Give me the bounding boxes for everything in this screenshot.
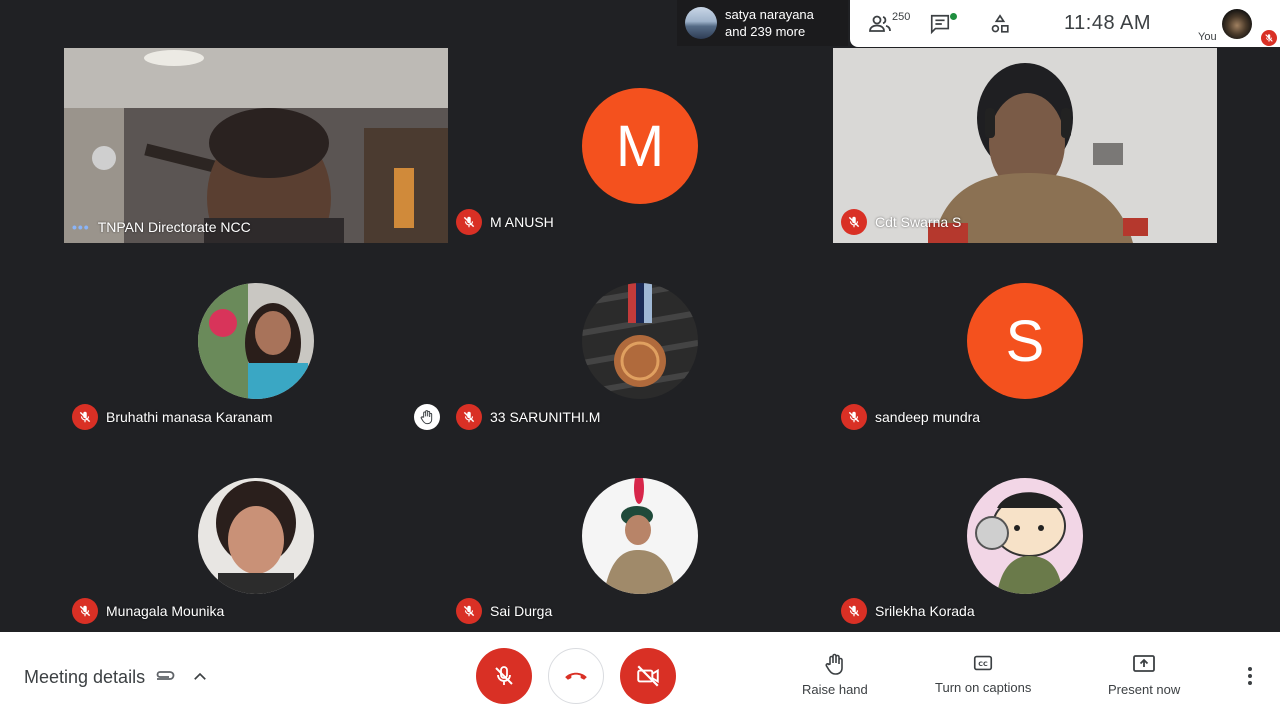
chat-icon (930, 14, 950, 34)
participant-name: 33 SARUNITHI.M (490, 409, 601, 425)
mic-off-icon (1265, 34, 1273, 42)
participant-name: TNPAN Directorate NCC (97, 219, 251, 235)
participant-name: Srilekha Korada (875, 603, 975, 619)
hang-up-icon (565, 672, 587, 680)
hand-icon (420, 410, 433, 425)
raise-hand-button[interactable]: Raise hand (802, 652, 868, 697)
muted-badge (841, 404, 867, 430)
participant-photo (198, 283, 314, 399)
participant-tile[interactable]: Cdt Swarna S (833, 48, 1217, 243)
chat-unread-dot (950, 13, 957, 20)
activities-icon (991, 13, 1009, 33)
muted-badge (456, 598, 482, 624)
participant-name: Munagala Mounika (106, 603, 225, 619)
mic-off-icon (79, 605, 91, 617)
more-vert-dot (1248, 674, 1252, 678)
participant-tile[interactable]: S sandeep mundra (833, 243, 1217, 438)
bottom-toolbar: Meeting details Raise hand CC Turn on ca… (0, 632, 1280, 720)
mic-off-icon (463, 216, 475, 228)
raise-hand-label: Raise hand (802, 682, 868, 697)
mic-off-icon (79, 411, 91, 423)
presenter-more: and 239 more (725, 24, 806, 39)
self-mute-badge (1261, 30, 1277, 46)
present-label: Present now (1108, 682, 1181, 697)
self-view[interactable]: You (1195, 0, 1280, 47)
self-avatar (1222, 9, 1252, 39)
muted-badge (72, 598, 98, 624)
participant-video (64, 48, 448, 243)
camera-off-icon (637, 665, 659, 687)
participant-tile[interactable]: Srilekha Korada (833, 438, 1217, 632)
participant-tile[interactable]: ••• TNPAN Directorate NCC (64, 48, 448, 243)
muted-badge (841, 598, 867, 624)
presenter-name: satya narayana (725, 7, 814, 22)
clock: 11:48 AM (1064, 12, 1152, 34)
more-vert-dot (1248, 681, 1252, 685)
participant-tile[interactable]: Munagala Mounika (64, 438, 448, 632)
chat-button[interactable] (910, 0, 970, 47)
muted-badge (456, 404, 482, 430)
presenter-strip[interactable]: satya narayana and 239 more (677, 0, 848, 46)
participant-name: Cdt Swarna S (875, 214, 962, 230)
muted-badge (841, 209, 867, 235)
participant-tile[interactable]: M M ANUSH (448, 48, 832, 243)
participant-photo (582, 478, 698, 594)
mic-off-icon (463, 411, 475, 423)
participant-name: sandeep mundra (875, 409, 981, 425)
meeting-details-label: Meeting details (24, 666, 146, 687)
hand-icon (825, 653, 843, 675)
presenter-thumbnail (685, 7, 717, 39)
camera-toggle[interactable] (620, 648, 676, 704)
mic-off-icon (848, 605, 860, 617)
participant-tile[interactable]: 33 SARUNITHI.M (448, 243, 832, 438)
letter-avatar: M (582, 88, 698, 204)
participant-photo (967, 478, 1083, 594)
hand-raised-badge (414, 404, 440, 430)
more-vert-icon (1248, 667, 1252, 671)
participant-tile[interactable]: Bruhathi manasa Karanam (64, 243, 448, 438)
present-icon (1133, 655, 1156, 672)
more-options-button[interactable] (1240, 664, 1260, 688)
microphone-toggle[interactable] (476, 648, 532, 704)
mic-off-icon (495, 666, 513, 685)
top-toolbar: 250 11:48 AM (850, 0, 1195, 47)
mic-off-icon (848, 216, 860, 228)
participant-name: Sai Durga (490, 603, 553, 619)
leave-call-button[interactable] (548, 648, 604, 704)
present-button[interactable]: Present now (1108, 652, 1180, 697)
mic-off-icon (463, 605, 475, 617)
letter-avatar: S (967, 283, 1083, 399)
you-label: You (1198, 31, 1217, 43)
people-icon (869, 15, 891, 32)
muted-badge (72, 404, 98, 430)
participant-name: M ANUSH (490, 214, 554, 230)
chevron-up-icon[interactable] (191, 668, 209, 686)
activities-button[interactable] (970, 0, 1030, 47)
svg-text:CC: CC (978, 660, 988, 668)
captions-label: Turn on captions (935, 680, 1032, 695)
captions-button[interactable]: CC Turn on captions (935, 652, 1031, 695)
captions-icon: CC (974, 655, 993, 671)
mic-off-icon (848, 411, 860, 423)
meeting-details-button[interactable]: Meeting details (24, 665, 209, 689)
participant-photo (582, 283, 698, 399)
participant-count: 250 (892, 11, 911, 23)
speaking-indicator: ••• (72, 219, 90, 235)
attachment-icon (156, 671, 175, 680)
participants-button[interactable]: 250 (850, 0, 910, 47)
muted-badge (456, 209, 482, 235)
participant-photo (198, 478, 314, 594)
participant-tile[interactable]: Sai Durga (448, 438, 832, 632)
participant-name: Bruhathi manasa Karanam (106, 409, 273, 425)
